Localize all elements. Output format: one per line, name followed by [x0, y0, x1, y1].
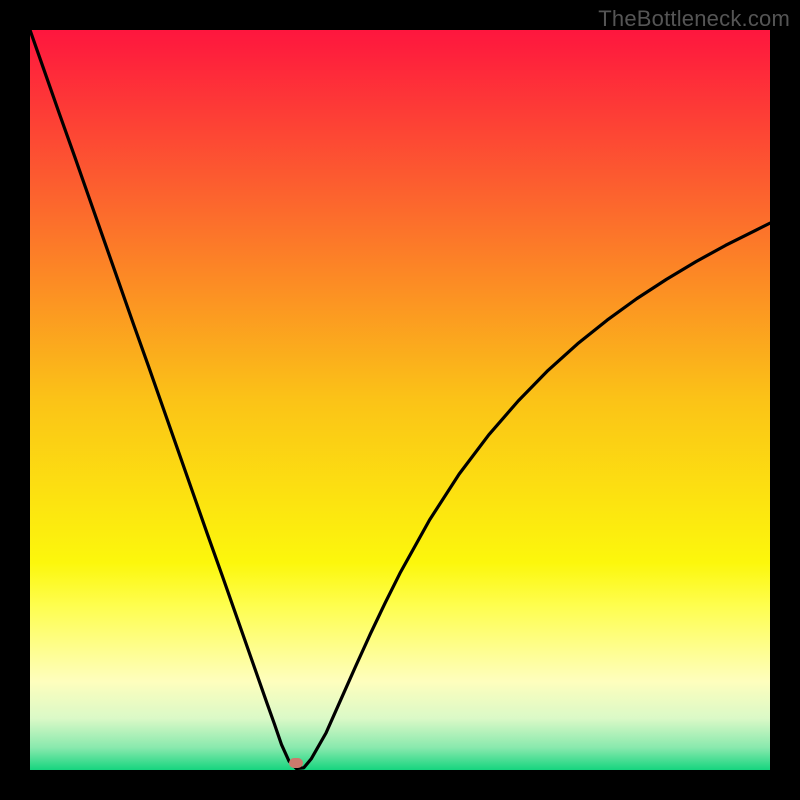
gradient-background — [30, 30, 770, 770]
chart-svg — [30, 30, 770, 770]
chart-frame: TheBottleneck.com — [0, 0, 800, 800]
plot-area — [30, 30, 770, 770]
optimum-marker — [289, 758, 303, 768]
watermark-text: TheBottleneck.com — [598, 6, 790, 32]
